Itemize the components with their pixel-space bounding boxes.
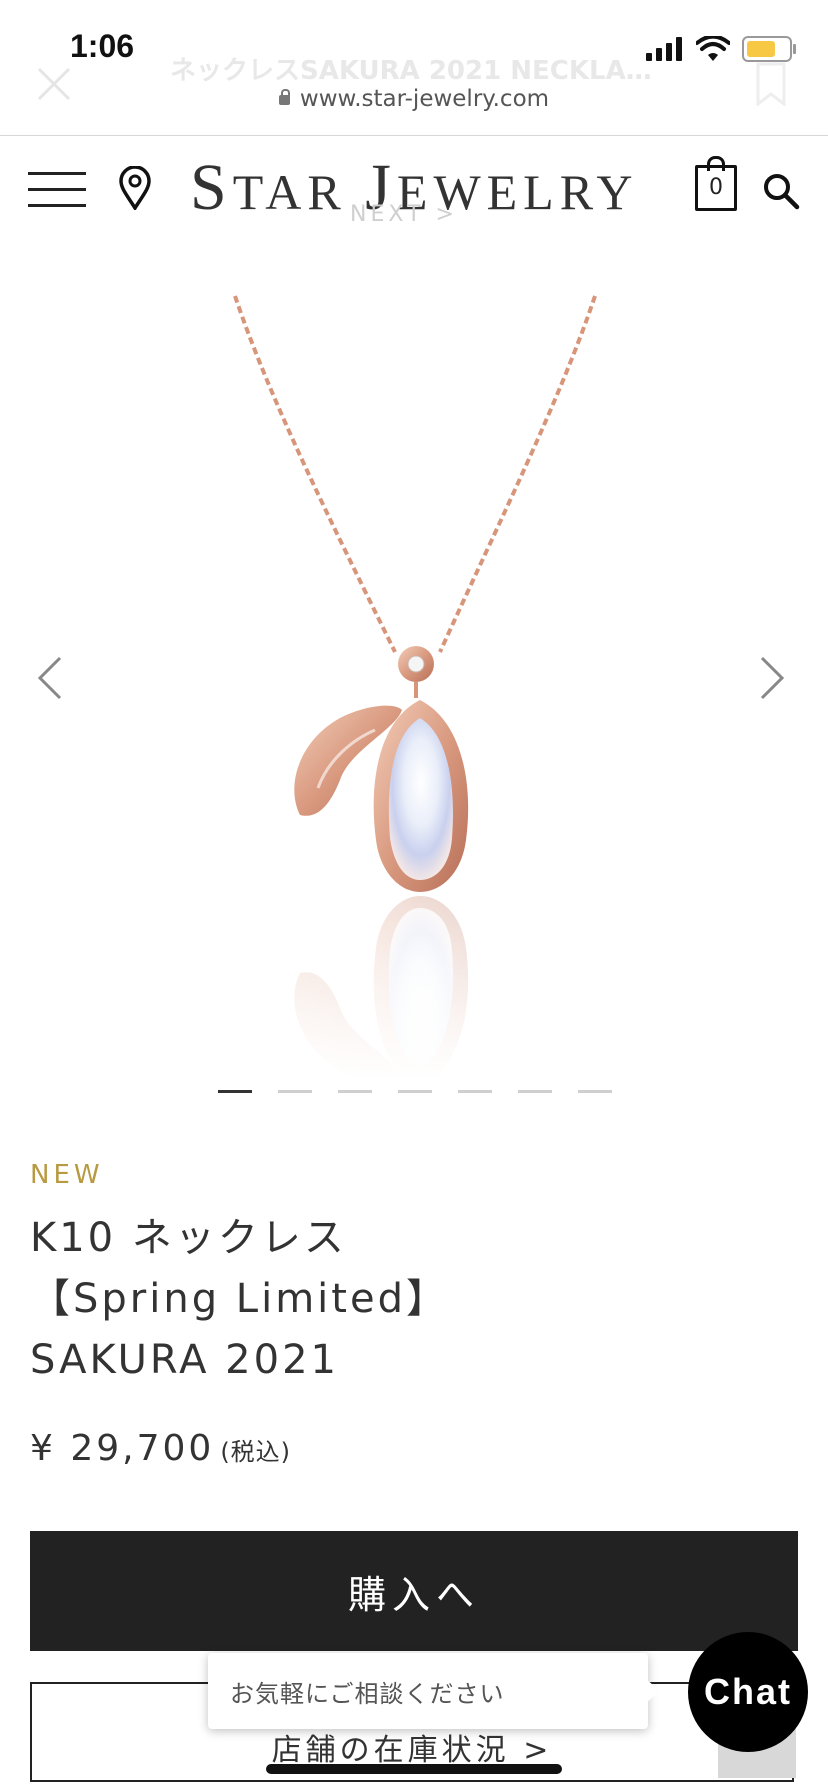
cart-count: 0 xyxy=(709,175,723,200)
wifi-icon xyxy=(696,36,730,61)
status-time: 1:06 xyxy=(70,28,135,64)
url-bar[interactable]: www.star-jewelry.com xyxy=(0,86,828,112)
price-value: ¥ 29,700 xyxy=(30,1428,215,1469)
lock-icon xyxy=(278,89,290,105)
logo-rest-tar: TAR xyxy=(232,164,366,220)
battery-icon xyxy=(742,36,796,62)
next-link[interactable]: NEXT > xyxy=(350,202,458,227)
buy-button[interactable]: 購入へ xyxy=(30,1531,798,1651)
chat-button[interactable]: Chat xyxy=(688,1632,808,1752)
status-icons xyxy=(646,36,796,62)
product-name: K10 ネックレス 【Spring Limited】 SAKURA 2021 xyxy=(30,1208,449,1391)
carousel-dot[interactable] xyxy=(338,1090,372,1093)
product-image-necklace[interactable] xyxy=(0,240,828,1080)
carousel-dot[interactable] xyxy=(398,1090,432,1093)
menu-icon[interactable] xyxy=(28,172,86,208)
product-name-line: 【Spring Limited】 xyxy=(30,1276,449,1322)
carousel-next-icon[interactable] xyxy=(758,656,786,700)
home-indicator xyxy=(266,1764,562,1774)
browser-divider xyxy=(0,135,828,136)
product-name-line: SAKURA 2021 xyxy=(30,1337,339,1383)
product-name-line: K10 ネックレス xyxy=(30,1215,347,1261)
tax-note: (税込) xyxy=(220,1438,292,1466)
carousel-dot[interactable] xyxy=(218,1090,252,1093)
url-text: www.star-jewelry.com xyxy=(299,86,550,112)
logo-initial-s: S xyxy=(190,151,233,224)
browser-page-title: ネックレスSAKURA 2021 NECKLACE... xyxy=(170,56,660,86)
new-badge: NEW xyxy=(30,1160,104,1190)
store-location-icon[interactable] xyxy=(118,166,152,210)
carousel-dot[interactable] xyxy=(578,1090,612,1093)
carousel-dot[interactable] xyxy=(458,1090,492,1093)
carousel-prev-icon[interactable] xyxy=(36,656,64,700)
carousel-dot[interactable] xyxy=(278,1090,312,1093)
product-price: ¥ 29,700 (税込) xyxy=(30,1428,291,1469)
search-icon[interactable] xyxy=(762,172,800,210)
carousel-indicators xyxy=(218,1090,612,1093)
chat-tooltip: お気軽にご相談ください xyxy=(208,1653,660,1729)
shopping-bag-icon[interactable]: 0 xyxy=(695,156,737,211)
carousel-dot[interactable] xyxy=(518,1090,552,1093)
